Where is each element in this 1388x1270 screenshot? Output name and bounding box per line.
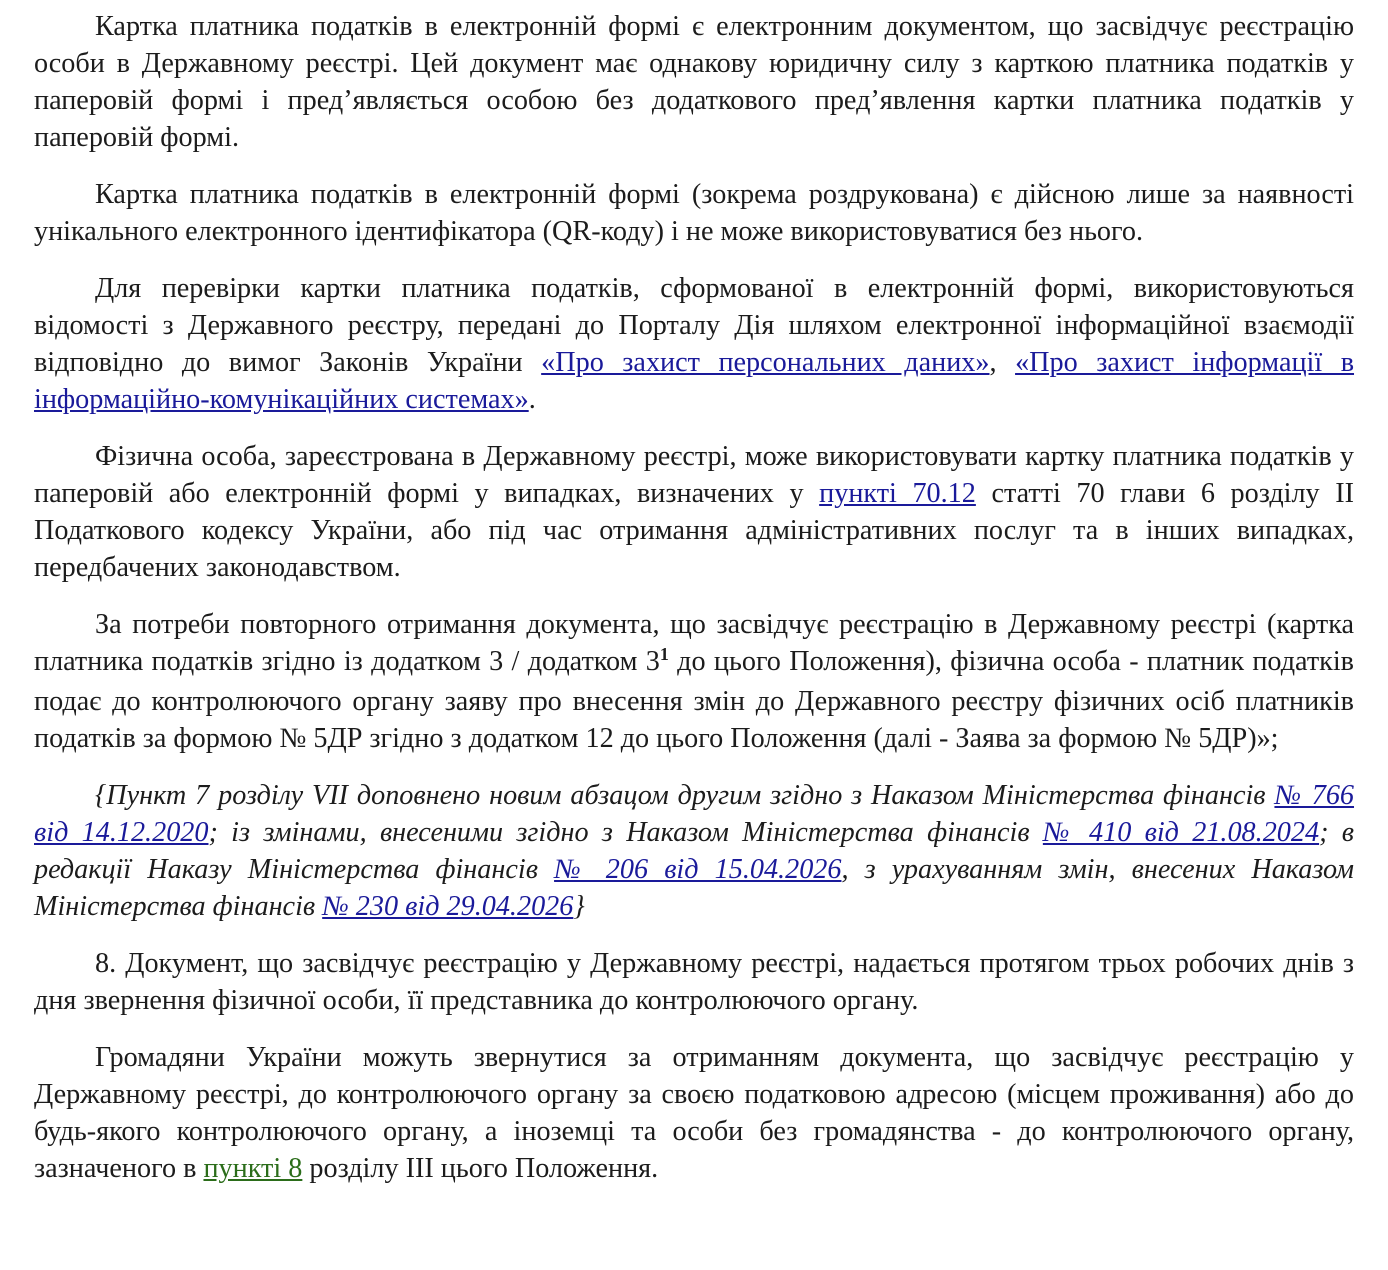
amendment-note: {Пункт 7 розділу VII доповнено новим абз… — [34, 777, 1354, 925]
superscript-index: 1 — [659, 644, 669, 664]
note-text: {Пункт 7 розділу VII доповнено новим абз… — [95, 780, 1275, 811]
note-text: ; із змінами, внесеними згідно з Наказом… — [208, 817, 1043, 848]
paragraph-repeat-request: За потреби повторного отримання документ… — [34, 606, 1354, 757]
paragraph-verification: Для перевірки картки платника податків, … — [34, 270, 1354, 418]
paragraph-text: розділу ІІІ цього Положення. — [302, 1153, 659, 1184]
link-order-206[interactable]: № 206 від 15.04.2026 — [554, 854, 841, 885]
link-order-410[interactable]: № 410 від 21.08.2024 — [1043, 817, 1319, 848]
document-body: Картка платника податків в електронній ф… — [34, 8, 1354, 1207]
paragraph-item-8: 8. Документ, що засвідчує реєстрацію у Д… — [34, 948, 1354, 1016]
link-item-8[interactable]: пункті 8 — [203, 1153, 302, 1184]
paragraph-card-usage: Фізична особа, зареєстрована в Державном… — [34, 438, 1354, 586]
paragraph-electronic-card: Картка платника податків в електронній ф… — [34, 11, 1354, 153]
paragraph-citizens: Громадяни України можуть звернутися за о… — [34, 1039, 1354, 1187]
link-tax-code-70-12[interactable]: пункті 70.12 — [819, 478, 976, 509]
paragraph-end: . — [528, 384, 536, 415]
separator-text: , — [989, 347, 1016, 378]
link-order-230[interactable]: № 230 від 29.04.2026 — [322, 891, 573, 922]
link-personal-data-law[interactable]: «Про захист персональних даних» — [541, 347, 989, 378]
paragraph-qr-validity: Картка платника податків в електронній ф… — [34, 179, 1354, 247]
note-text: } — [573, 891, 585, 922]
